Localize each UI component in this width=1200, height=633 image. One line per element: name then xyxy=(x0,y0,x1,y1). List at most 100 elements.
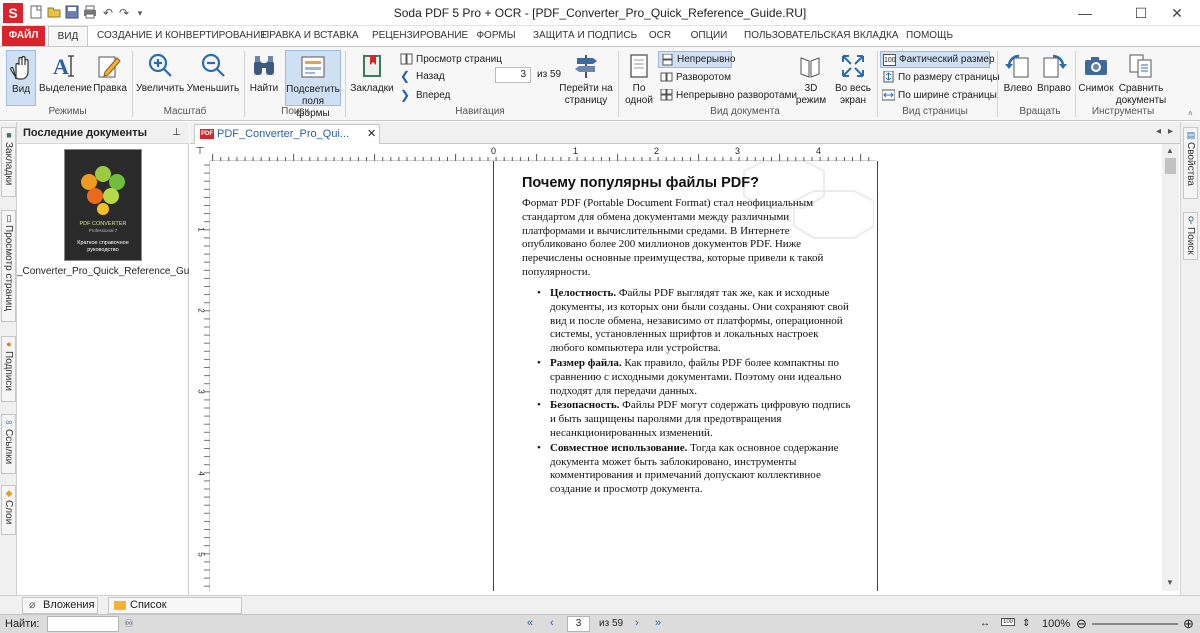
ruler-label: 0 xyxy=(491,146,497,156)
document-tab[interactable]: PDF PDF_Converter_Pro_Qui... ✕ xyxy=(194,124,380,144)
first-page-icon[interactable]: « xyxy=(527,617,533,629)
actual-size-button[interactable]: 100 Фактический размер xyxy=(880,51,995,68)
find-binoculars-icon[interactable]: ♾ xyxy=(124,617,134,630)
tab-custom[interactable]: ПОЛЬЗОВАТЕЛЬСКАЯ ВКЛАДКА xyxy=(744,26,899,46)
tab-signatures[interactable]: ● Подписи xyxy=(1,336,16,402)
previous-page-icon[interactable]: ‹ xyxy=(550,617,554,629)
tab-page-thumbnails[interactable]: ▯ Просмотр страниц xyxy=(1,210,16,322)
horizontal-ruler: 0 1 2 3 4 xyxy=(210,144,876,161)
print-icon[interactable] xyxy=(82,5,98,21)
compare-documents-button[interactable]: Сравнить документы xyxy=(1115,50,1167,106)
page-number-input[interactable]: 3 xyxy=(495,67,531,83)
bullet-title: Безопасность. xyxy=(550,399,620,412)
tab-bookmarks[interactable]: ■ Закладки xyxy=(1,127,16,197)
fullscreen-button[interactable]: Во весь экран xyxy=(832,50,874,106)
select-mode-button[interactable]: A Выделение xyxy=(39,50,92,106)
pdf-page[interactable]: Почему популярны файлы PDF? Формат PDF (… xyxy=(493,161,878,591)
find-button[interactable]: Найти xyxy=(247,50,281,106)
zoom-out-icon[interactable]: ⊖ xyxy=(1076,616,1087,632)
pin-icon[interactable]: ⊥ xyxy=(172,122,181,144)
tab-options[interactable]: ОПЦИИ xyxy=(688,26,730,46)
tab-view[interactable]: ВИД xyxy=(48,26,88,47)
continuous-button[interactable]: Непрерывно xyxy=(658,51,735,68)
tab-search[interactable]: ⚲ Поиск xyxy=(1183,212,1198,260)
collapse-ribbon-icon[interactable]: ˄ xyxy=(1188,109,1193,118)
scroll-tabs-right-icon[interactable]: ▸ xyxy=(1168,126,1173,137)
page-thumbnails-button[interactable]: Просмотр страниц xyxy=(398,51,502,68)
link-icon: ∞ xyxy=(5,417,13,427)
continuous-spread-button[interactable]: Непрерывно разворотами xyxy=(658,87,797,104)
fit-width-icon[interactable]: ↔ xyxy=(980,618,990,629)
ribbon-separator xyxy=(244,51,245,117)
minimize-button[interactable]: — xyxy=(1062,0,1108,26)
continuous-icon xyxy=(662,54,673,66)
view-mode-button[interactable]: Вид xyxy=(6,50,36,106)
tab-edit-insert[interactable]: ПРАВКА И ВСТАВКА xyxy=(262,26,359,46)
tab-properties[interactable]: ▤ Свойства xyxy=(1183,127,1198,199)
spread-button[interactable]: Разворотом xyxy=(658,69,731,86)
thumbnails-icon: ▯ xyxy=(6,213,12,223)
recent-document-filename[interactable]: _Converter_Pro_Quick_Reference_Guide.RU xyxy=(17,266,189,277)
fit-page-icon[interactable]: ⇕ xyxy=(1022,618,1030,629)
zoom-in-icon[interactable]: ⊕ xyxy=(1183,616,1194,632)
tab-attachments[interactable]: ⌀ Вложения xyxy=(22,597,98,614)
snapshot-button[interactable]: Снимок xyxy=(1078,50,1114,106)
fit-page-button[interactable]: По размеру страницы xyxy=(880,69,1000,86)
save-icon[interactable] xyxy=(64,5,80,21)
tab-layers[interactable]: ◆ Слои xyxy=(1,485,16,535)
tab-file[interactable]: ФАЙЛ xyxy=(2,26,45,46)
highlight-form-fields-button[interactable]: Подсветить поля формы xyxy=(285,50,341,119)
zoom-slider[interactable] xyxy=(1092,623,1178,625)
rotate-right-button[interactable]: Вправо xyxy=(1036,50,1072,106)
cover-subtitle: Professional 7 xyxy=(88,228,118,233)
find-input[interactable] xyxy=(47,616,119,632)
fit-width-button[interactable]: По ширине страницы xyxy=(880,87,997,104)
3d-mode-button[interactable]: 3D режим xyxy=(794,50,828,106)
vertical-scrollbar[interactable]: ▲ ▼ xyxy=(1162,144,1179,591)
tab-links[interactable]: ∞ Ссылки xyxy=(1,414,16,474)
goto-page-button[interactable]: Перейти на страницу xyxy=(558,50,614,106)
zoom-out-button[interactable]: Уменьшить xyxy=(186,50,240,106)
scrollbar-thumb[interactable] xyxy=(1165,158,1176,174)
ruler-corner-icon: ⊤ xyxy=(195,146,205,157)
tab-comment-list[interactable]: Список комментариев xyxy=(108,597,242,626)
scroll-tabs-left-icon[interactable]: ◂ xyxy=(1156,126,1161,137)
actual-size-icon[interactable]: 100 xyxy=(1001,618,1016,626)
signpost-icon xyxy=(575,55,597,78)
ribbon-separator xyxy=(1075,51,1076,117)
status-page-input[interactable]: 3 xyxy=(567,616,590,632)
back-button[interactable]: ❮ Назад xyxy=(398,68,445,85)
open-folder-icon[interactable] xyxy=(46,5,62,21)
close-tab-icon[interactable]: ✕ xyxy=(367,127,376,140)
last-page-icon[interactable]: » xyxy=(655,617,661,629)
single-page-button[interactable]: По одной xyxy=(622,50,656,106)
tab-forms[interactable]: ФОРМЫ xyxy=(474,26,518,46)
ruler-label: 4 xyxy=(196,471,206,476)
undo-icon[interactable]: ↶ xyxy=(100,5,116,21)
zoom-in-button[interactable]: Увеличить xyxy=(136,50,184,106)
tab-create-convert[interactable]: СОЗДАНИЕ И КОНВЕРТИРОВАНИЕ xyxy=(97,26,267,46)
cover-title: PDF CONVERTER xyxy=(79,221,127,227)
new-document-icon[interactable] xyxy=(28,5,44,21)
left-side-tabs: ■ Закладки ▯ Просмотр страниц ● Подписи ∞ Сс… xyxy=(0,122,17,595)
forward-button[interactable]: ❯ Вперед xyxy=(398,87,450,104)
bookmarks-button[interactable]: Закладки xyxy=(349,50,395,106)
tab-protect-sign[interactable]: ЗАЩИТА И ПОДПИСЬ xyxy=(533,26,637,46)
close-button[interactable]: ✕ xyxy=(1154,0,1200,26)
recent-document-thumbnail[interactable]: PDF CONVERTER Professional 7 Краткое спр… xyxy=(64,149,142,261)
customize-toolbar-icon[interactable]: ▾ xyxy=(132,5,148,21)
scroll-up-icon[interactable]: ▲ xyxy=(1166,146,1174,155)
next-page-icon[interactable]: › xyxy=(635,617,639,629)
tab-ocr[interactable]: OCR xyxy=(645,26,675,46)
tab-review[interactable]: РЕЦЕНЗИРОВАНИЕ xyxy=(372,26,468,46)
tab-help[interactable]: ПОМОЩЬ xyxy=(906,26,953,46)
fit-page-icon xyxy=(883,71,894,83)
list-item: Безопасность. Файлы PDF могут содержать … xyxy=(537,399,852,440)
cover-art xyxy=(81,166,125,215)
scroll-down-icon[interactable]: ▼ xyxy=(1166,578,1174,587)
redo-icon[interactable]: ↷ xyxy=(116,5,132,21)
document-view[interactable]: ⊤ 0 1 2 3 4 1 2 3 4 5 Почему популярны ф… xyxy=(190,144,1162,591)
edit-mode-button[interactable]: Правка xyxy=(92,50,128,106)
rotate-left-button[interactable]: Влево xyxy=(1001,50,1035,106)
app-logo[interactable]: S xyxy=(3,3,23,23)
